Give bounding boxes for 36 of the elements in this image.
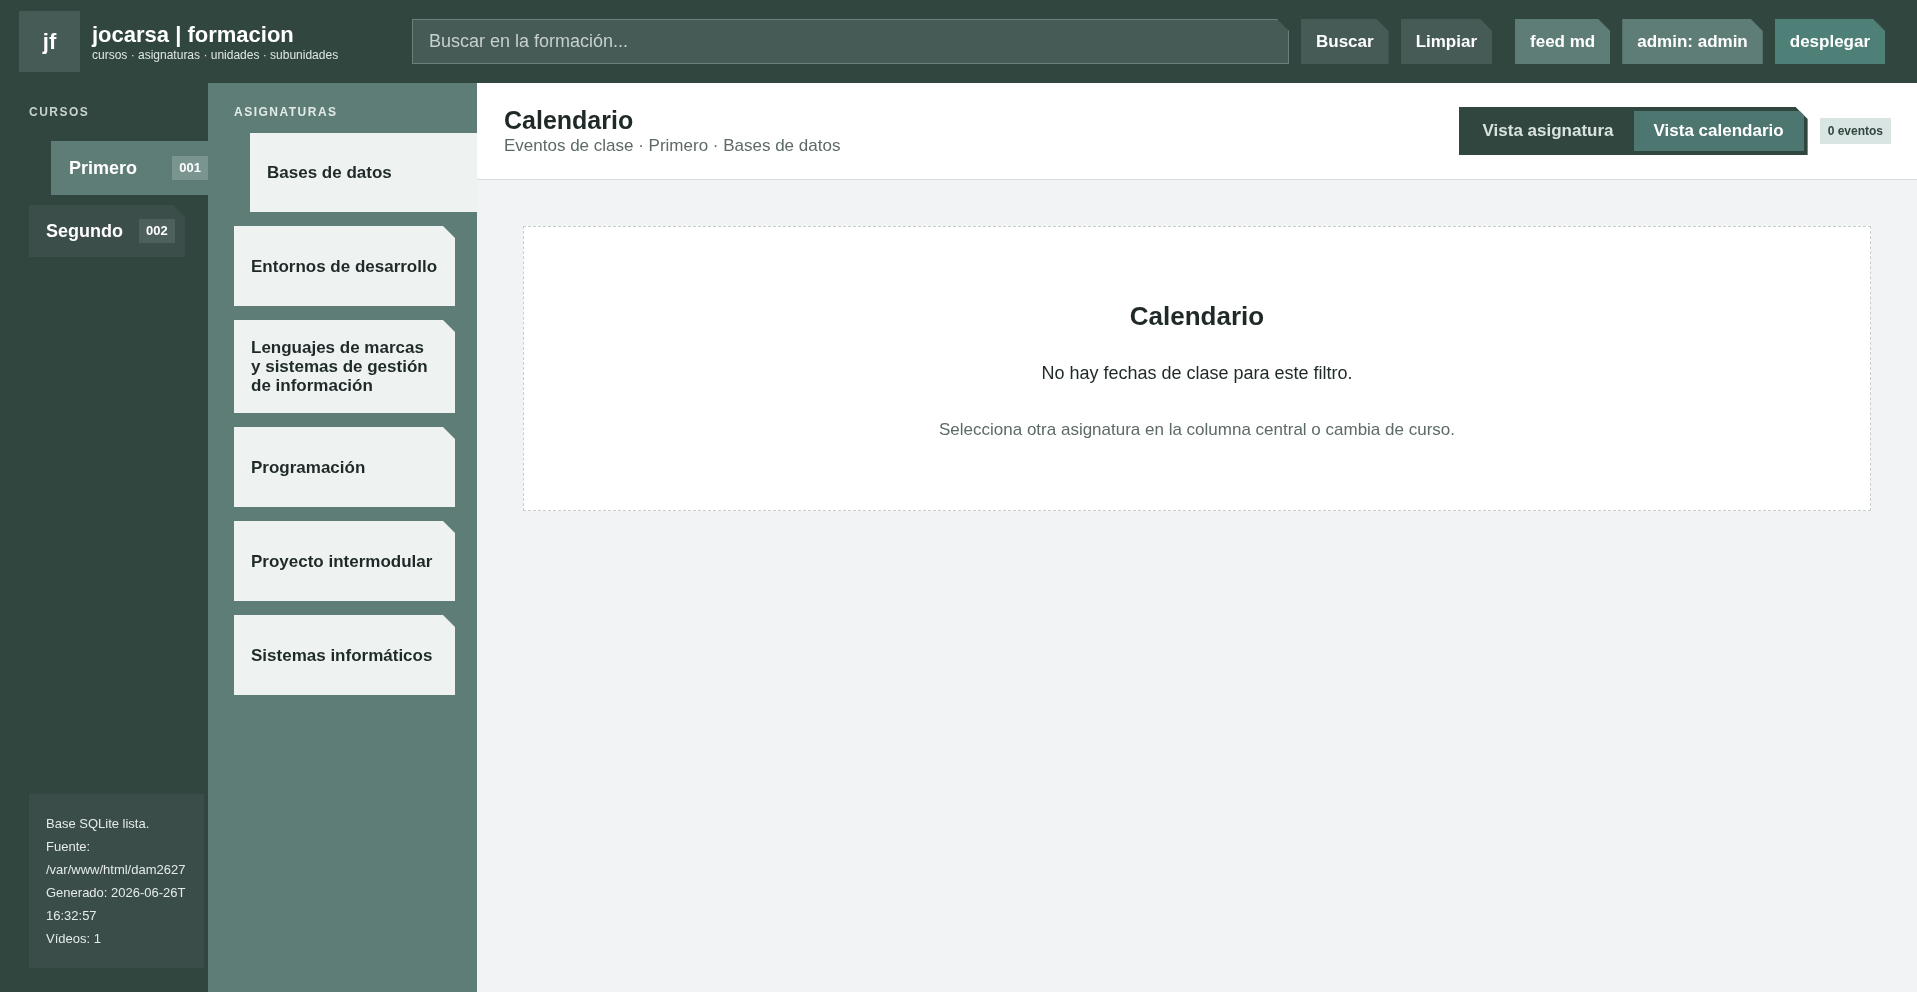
course-name: Segundo bbox=[46, 219, 123, 243]
course-code: 002 bbox=[139, 219, 175, 243]
logo: jf bbox=[19, 11, 80, 72]
toolbar-button[interactable]: Limpiar bbox=[1400, 19, 1493, 64]
app-subtitle: cursos · asignaturas · unidades · subunidades bbox=[92, 47, 340, 62]
view-tab[interactable]: Vista calendario bbox=[1633, 111, 1804, 151]
subject-item[interactable]: Proyecto intermodular bbox=[234, 521, 455, 601]
account-button[interactable]: admin: admin bbox=[1622, 19, 1763, 64]
subject-item[interactable]: Sistemas informáticos bbox=[234, 615, 455, 695]
card-title: Calendario bbox=[1129, 300, 1265, 333]
subject-item[interactable]: Programación bbox=[234, 427, 455, 507]
section-label: ASIGNATURAS bbox=[234, 104, 339, 121]
empty-message: No hay fechas de clase para este filtro. bbox=[1041, 362, 1353, 385]
breadcrumb: Eventos de clase · Primero · Bases de datos bbox=[504, 135, 842, 157]
deploy-button[interactable]: desplegar bbox=[1774, 19, 1886, 64]
status-line: Vídeos: 1 bbox=[46, 930, 102, 948]
status-line: Base SQLite lista. bbox=[46, 815, 151, 833]
app-title: jocarsa | formacion bbox=[92, 21, 295, 48]
toolbar-button[interactable]: Buscar bbox=[1301, 19, 1389, 64]
status-line: /var/www/html/dam2627 bbox=[46, 861, 187, 879]
search-field[interactable]: Buscar en la formación... bbox=[412, 19, 1289, 64]
course-item[interactable]: Segundo 002 bbox=[29, 205, 185, 257]
status-line: Generado: 2026-06-26T16:32:57 bbox=[46, 884, 187, 925]
event-count-badge: 0 eventos bbox=[1819, 118, 1891, 144]
view-tab[interactable]: Vista asignatura bbox=[1462, 111, 1634, 151]
status-line: Fuente: bbox=[46, 838, 92, 856]
page-title: Calendario bbox=[504, 105, 635, 135]
account-button[interactable]: feed md bbox=[1515, 19, 1611, 64]
course-item[interactable]: Primero 001 bbox=[51, 141, 208, 195]
subject-item[interactable]: Lenguajes de marcas y sistemas de gestión de información bbox=[234, 320, 455, 413]
subject-item[interactable]: Bases de datos bbox=[250, 133, 477, 212]
course-name: Primero bbox=[69, 156, 138, 180]
course-code: 001 bbox=[172, 156, 208, 180]
empty-hint: Selecciona otra asignatura en la columna central o cambia de curso. bbox=[939, 419, 1455, 441]
subject-item[interactable]: Entornos de desarrollo bbox=[234, 226, 455, 306]
section-label: CURSOS bbox=[29, 104, 91, 121]
